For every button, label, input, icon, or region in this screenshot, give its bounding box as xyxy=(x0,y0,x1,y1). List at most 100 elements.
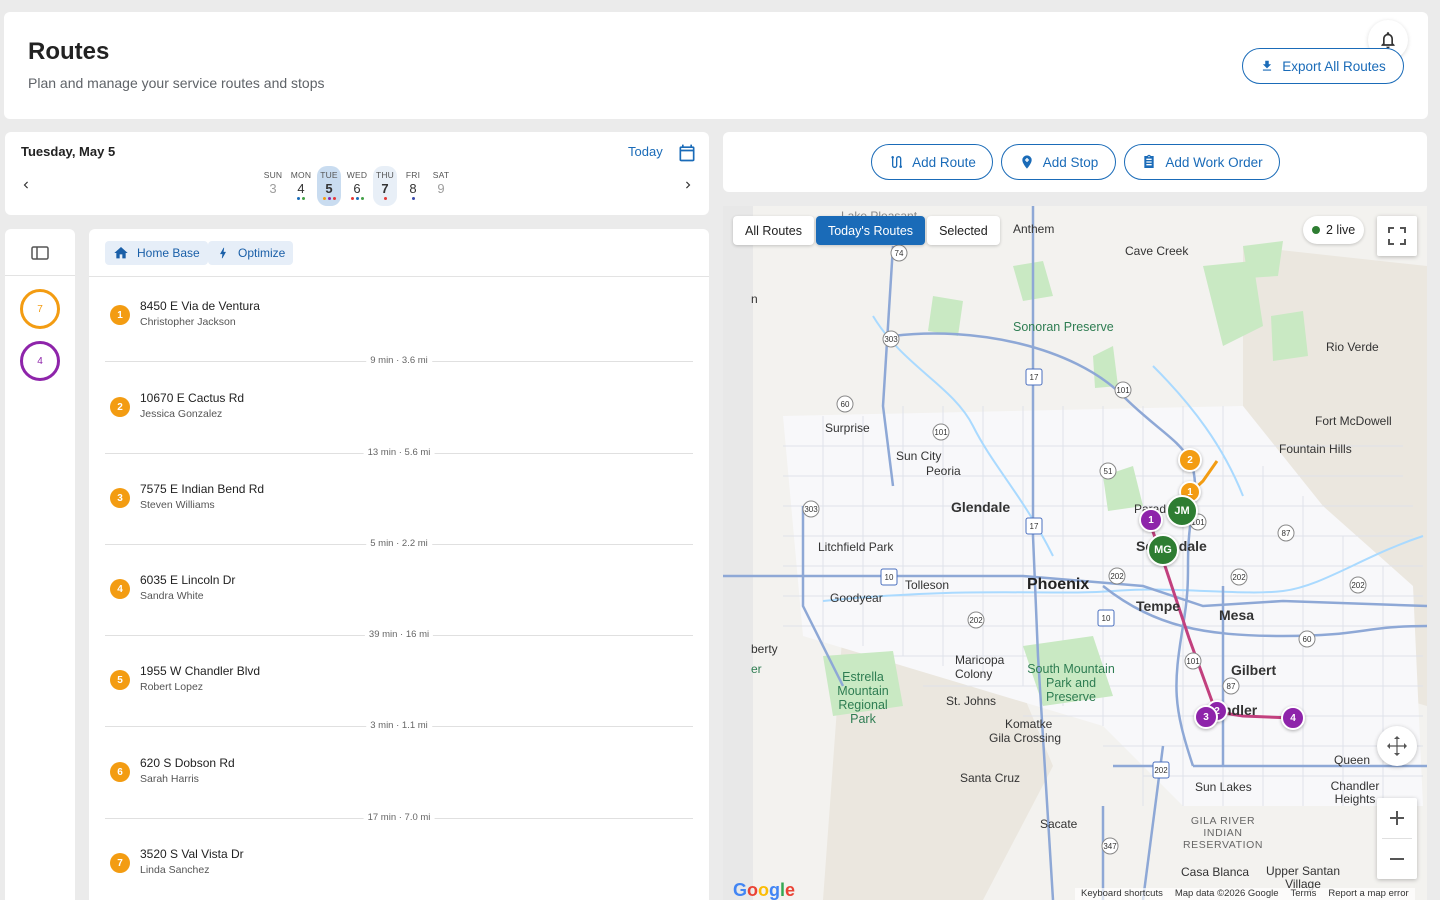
driver-pin[interactable]: JM xyxy=(1166,495,1198,527)
add-work-order-button[interactable]: Add Work Order xyxy=(1124,144,1280,180)
place-label: Mesa xyxy=(1219,607,1255,623)
add-work-order-label: Add Work Order xyxy=(1165,154,1263,170)
zoom-in-button[interactable] xyxy=(1377,798,1417,838)
calendar-icon[interactable] xyxy=(677,143,697,163)
svg-text:202: 202 xyxy=(1232,573,1246,582)
next-week-icon[interactable] xyxy=(681,178,695,192)
previous-week-icon[interactable] xyxy=(19,178,33,192)
sidebar-toggle-icon[interactable] xyxy=(31,245,49,261)
stop-item[interactable]: 1 8450 E Via de Ventura Christopher Jack… xyxy=(109,299,689,333)
leg-divider: 3 min · 1.1 mi xyxy=(105,720,693,732)
action-bar: Add Route Add Stop Add Work Order xyxy=(723,132,1427,192)
stop-item[interactable]: 5 1955 W Chandler Blvd Robert Lopez xyxy=(109,664,689,698)
filter-all-routes[interactable]: All Routes xyxy=(733,216,814,245)
report-error-link[interactable]: Report a map error xyxy=(1328,888,1408,900)
terms-link[interactable]: Terms xyxy=(1291,888,1317,900)
place-label: Casa Blanca xyxy=(1181,865,1250,879)
stop-address: 620 S Dobson Rd xyxy=(140,756,235,770)
filter-selected[interactable]: Selected xyxy=(927,216,1000,245)
leg-time-distance: 5 min · 2.2 mi xyxy=(366,538,432,549)
keyboard-shortcuts-link[interactable]: Keyboard shortcuts xyxy=(1081,888,1163,900)
stop-number: 3 xyxy=(110,488,130,508)
stop-item[interactable]: 6 620 S Dobson Rd Sarah Harris xyxy=(109,756,689,790)
zoom-out-button[interactable] xyxy=(1377,839,1417,879)
recenter-button[interactable] xyxy=(1377,726,1417,766)
day-name: THU xyxy=(375,170,395,180)
route-dots xyxy=(289,197,313,201)
day-date: 6 xyxy=(353,181,361,196)
svg-text:60: 60 xyxy=(841,400,850,409)
day-sun[interactable]: SUN 3 xyxy=(261,166,285,206)
today-button[interactable]: Today xyxy=(628,144,663,159)
toolbar-divider xyxy=(89,276,709,277)
leg-divider: 5 min · 2.2 mi xyxy=(105,538,693,550)
route-dots xyxy=(345,197,369,201)
day-mon[interactable]: MON 4 xyxy=(289,166,313,206)
stop-item[interactable]: 7 3520 S Val Vista Dr Linda Sanchez xyxy=(109,847,689,881)
stop-number: 5 xyxy=(110,670,130,690)
export-all-routes-button[interactable]: Export All Routes xyxy=(1242,48,1404,84)
fullscreen-button[interactable] xyxy=(1377,216,1417,256)
stop-contact: Sandra White xyxy=(140,590,204,602)
driver-pin[interactable]: MG xyxy=(1147,534,1179,566)
stop-contact: Jessica Gonzalez xyxy=(140,408,223,420)
day-thu[interactable]: THU 7 xyxy=(373,166,397,206)
svg-text:202: 202 xyxy=(1351,581,1365,590)
svg-text:347: 347 xyxy=(1103,842,1117,851)
place-label: berty xyxy=(751,642,778,656)
map-stop-pin[interactable]: 3 xyxy=(1194,705,1218,729)
stop-item[interactable]: 4 6035 E Lincoln Dr Sandra White xyxy=(109,573,689,607)
home-base-label: Home Base xyxy=(137,246,200,260)
clipboard-icon xyxy=(1144,154,1155,168)
place-label: Tolleson xyxy=(905,578,950,592)
page-header: Routes Plan and manage your service rout… xyxy=(4,12,1428,119)
route-chip-orange[interactable]: 7 xyxy=(20,289,60,329)
place-label: GILA RIVER INDIAN RESERVATION xyxy=(1183,815,1264,851)
place-label: Sun City xyxy=(896,449,942,463)
svg-text:202: 202 xyxy=(969,616,983,625)
fullscreen-icon xyxy=(1388,227,1406,245)
svg-text:101: 101 xyxy=(1116,386,1130,395)
zoom-controls xyxy=(1377,798,1417,879)
stop-item[interactable]: 3 7575 E Indian Bend Rd Steven Williams xyxy=(109,482,689,516)
stops-panel: Home Base Optimize 1 8450 E Via de Ventu… xyxy=(89,229,709,900)
leg-time-distance: 39 min · 16 mi xyxy=(364,629,434,640)
pin-number: 1 xyxy=(1148,514,1154,526)
home-base-button[interactable]: Home Base xyxy=(105,241,208,265)
day-tue[interactable]: TUE 5 xyxy=(317,166,341,206)
svg-text:51: 51 xyxy=(1104,467,1113,476)
day-name: WED xyxy=(346,170,368,180)
map-stop-pin[interactable]: 1 xyxy=(1139,508,1163,532)
route-filter: All Routes Today's Routes Selected xyxy=(733,216,1000,245)
svg-text:74: 74 xyxy=(895,249,904,258)
leg-time-distance: 9 min · 3.6 mi xyxy=(366,355,432,366)
place-label: Sonoran Preserve xyxy=(1013,320,1114,334)
day-date: 5 xyxy=(325,181,333,196)
route-chip-purple[interactable]: 4 xyxy=(20,341,60,381)
bell-icon xyxy=(1381,32,1395,49)
place-label: Gilbert xyxy=(1231,662,1277,678)
add-route-button[interactable]: Add Route xyxy=(871,144,993,180)
route-dots xyxy=(401,197,425,201)
optimize-button[interactable]: Optimize xyxy=(208,241,294,265)
page-title: Routes xyxy=(28,38,110,65)
bolt-icon xyxy=(220,247,226,259)
svg-text:87: 87 xyxy=(1227,682,1236,691)
pan-arrows-icon xyxy=(1387,736,1407,756)
day-fri[interactable]: FRI 8 xyxy=(401,166,425,206)
svg-text:303: 303 xyxy=(804,505,818,514)
day-wed[interactable]: WED 6 xyxy=(345,166,369,206)
svg-text:17: 17 xyxy=(1030,373,1039,382)
filter-todays-routes[interactable]: Today's Routes xyxy=(815,216,926,245)
stop-item[interactable]: 2 10670 E Cactus Rd Jessica Gonzalez xyxy=(109,391,689,425)
add-stop-button[interactable]: Add Stop xyxy=(1001,144,1116,180)
svg-text:202: 202 xyxy=(1154,766,1168,775)
day-name: MON xyxy=(290,170,312,180)
map-stop-pin[interactable]: 4 xyxy=(1281,706,1305,730)
page-subtitle: Plan and manage your service routes and … xyxy=(28,75,325,91)
svg-text:10: 10 xyxy=(885,573,894,582)
map-stop-pin[interactable]: 2 xyxy=(1178,448,1202,472)
route-map[interactable]: 74 303 17 60 101 101 51 303 17 10 202 10… xyxy=(723,206,1427,900)
svg-text:17: 17 xyxy=(1030,522,1039,531)
day-sat[interactable]: SAT 9 xyxy=(429,166,453,206)
